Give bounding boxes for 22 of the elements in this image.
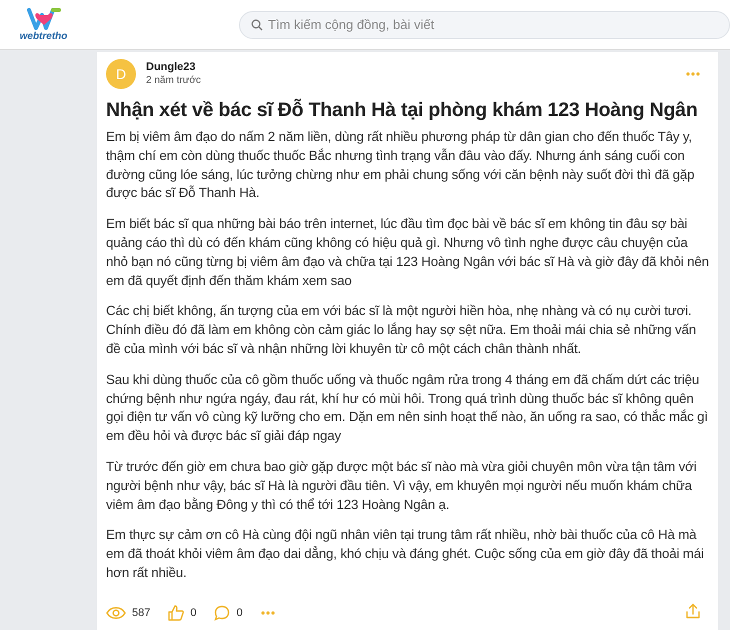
comments-count: 0 — [236, 607, 243, 620]
more-icon[interactable] — [686, 72, 700, 76]
share-icon[interactable] — [686, 602, 700, 619]
post-time: 2 năm trước — [146, 74, 202, 88]
views-count: 587 — [132, 607, 150, 620]
post-paragraph: Em bị viêm âm đạo do nấm 2 năm liền, dùng rất nhiều phương pháp từ dân gian cho đến thuốc Tây y, thậm chí em còn dùng thuốc thuốc Bắc nhưng tình trạng vẫn đâu vào đấy. Nhưng ánh sáng cuối con đường cũng lóe sáng, lúc tưởng chừng như em phải chung sống với căn bệnh này suốt đời thì đã gặp được bác sĩ Đỗ Thanh Hà. — [106, 128, 696, 202]
eye-icon[interactable] — [106, 606, 126, 620]
search-field[interactable]: Tìm kiếm cộng đồng, bài viết — [239, 10, 730, 38]
post-paragraph: Sau khi dùng thuốc của cô gồm thuốc uống và thuốc ngâm rửa trong 4 tháng em đã chấm dứt các triệu chứng bệnh như ngứa ngáy, đau rát, khí hư có mùi hôi. Trong quá trình dùng thuốc bác sĩ không quên gọi điện tư vấn vô cùng kỹ lưỡng cho em. Dặn em nên sinh hoạt thế nào, ăn uống ra sao, có thắc mắc gì em đều hỏi và được bác sĩ giải đáp ngay — [106, 370, 709, 446]
post-title: Nhận xét về bác sĩ Đỗ Thanh Hà tại phòng khám 123 Hoàng Ngân — [106, 98, 699, 123]
post-paragraph: Các chị biết không, ấn tượng của em với bác sĩ là một người hiền hòa, nhẹ nhàng và có nụ cười tươi. Chính điều đó đã làm em không còn cảm giác lo lắng hay sợ sệt nữa. Em thoải mái chia sẻ những vấn đề của mình với bác sĩ và nhận những lời khuyên từ cô một cách chân thành nhất. — [106, 302, 697, 358]
likes-count: 0 — [190, 607, 196, 620]
logo-text[interactable]: webtretho — [20, 30, 68, 42]
thumbs-up-icon[interactable] — [168, 605, 184, 622]
author-name[interactable]: Dungle23 — [146, 60, 686, 74]
more-icon[interactable] — [260, 611, 275, 616]
search-icon — [251, 18, 263, 30]
comment-icon[interactable] — [214, 605, 230, 622]
post-paragraph: Em biết bác sĩ qua những bài báo trên internet, lúc đầu tìm đọc bài về bác sĩ em không tin đâu sợ bài quảng cáo thì dù có đến khám cũng không có hiệu quả gì. Nhưng vô tình nghe được câu chuyện của nhỏ bạn nó cũng từng bị viêm âm đạo và chữa tại 123 Hoàng Ngân với bác sĩ Hà và giờ đây đã khỏi nên em đã quyết định đến thăm khám xem sao — [106, 215, 710, 290]
logo-icon — [26, 6, 60, 30]
post-paragraph: Từ trước đến giờ em chưa bao giờ gặp được một bác sĩ nào mà vừa giỏi chuyên môn vừa tận tâm với người bệnh như vậy, bác sĩ Hà là người đầu tiên. Vì vậy, em khuyên mọi người nếu muốn khám chữa viêm âm đạo bằng Đông y thì có thể tới 123 Hoàng Ngân ạ. — [106, 458, 698, 514]
post-paragraph: Em thực sự cảm ơn cô Hà cùng đội ngũ nhân viên tại trung tâm rất nhiều, nhờ bài thuốc của cô Hà mà em đã thoát khỏi viêm âm đạo dai dẳng, khó chịu và đáng ghét. Cuộc sống của em giờ đây đã thoải mái hơn rất nhiều. — [106, 526, 705, 582]
